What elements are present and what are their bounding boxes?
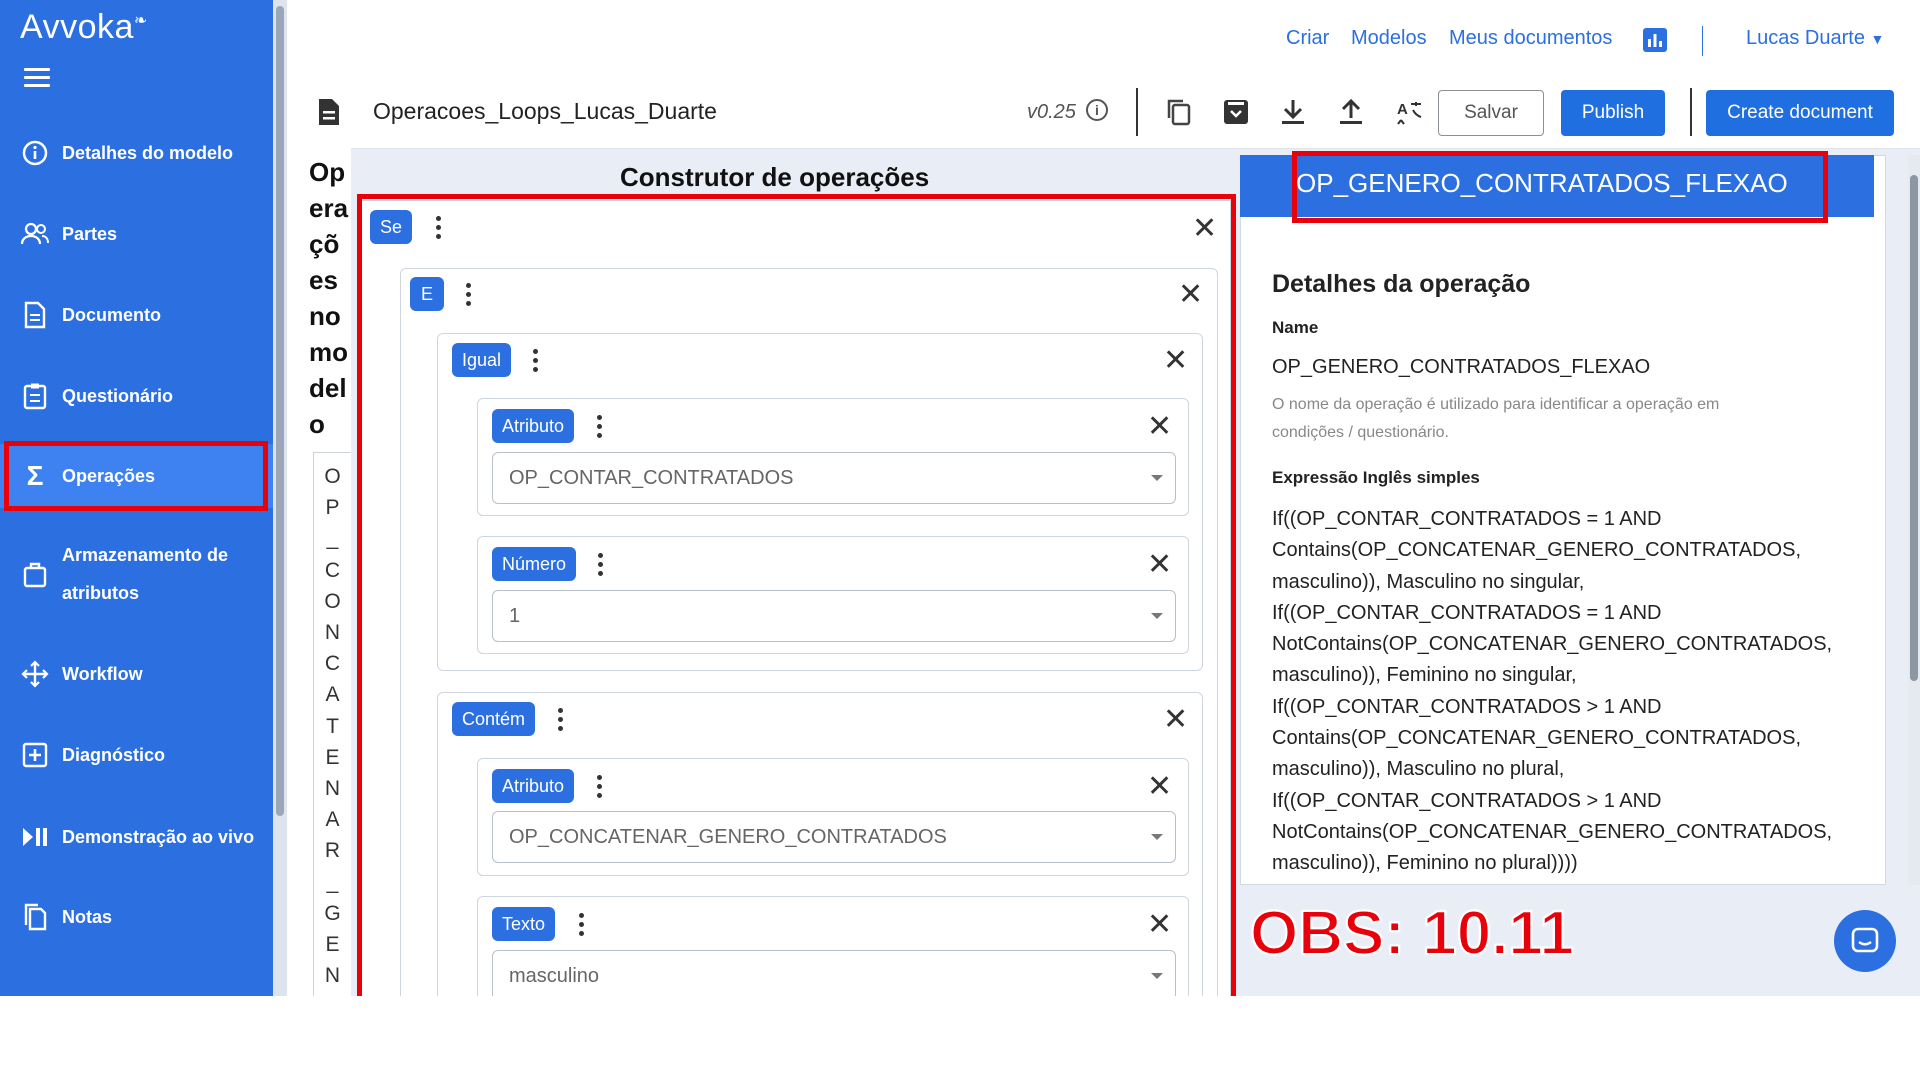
nav-link-criar[interactable]: Criar bbox=[1286, 27, 1329, 50]
sidebar-item-diagnostico[interactable]: Diagnóstico bbox=[0, 736, 273, 774]
sidebar-item-partes[interactable]: Partes bbox=[0, 215, 273, 253]
sidebar-item-label: Notas bbox=[62, 907, 113, 927]
sidebar-item-label: Diagnóstico bbox=[62, 745, 166, 765]
sidebar-item-label: Partes bbox=[62, 224, 118, 244]
info-icon bbox=[20, 138, 50, 168]
publish-button[interactable]: Publish bbox=[1561, 90, 1665, 136]
sidebar: Avvoka❧ Detalhes do modelo Partes Docume… bbox=[0, 0, 273, 996]
sidebar-item-demonstracao[interactable]: Demonstração ao vivo bbox=[0, 818, 273, 856]
expression-label: Expressão Inglês simples bbox=[1272, 468, 1480, 487]
bag-icon bbox=[20, 559, 50, 589]
nav-link-meus-documentos[interactable]: Meus documentos bbox=[1449, 27, 1612, 50]
annotation-label: OBS: 10.11 bbox=[1249, 898, 1575, 969]
play-pause-icon bbox=[20, 822, 50, 852]
download-icon[interactable] bbox=[1280, 98, 1308, 126]
upload-icon[interactable] bbox=[1338, 98, 1366, 126]
svg-text:A: A bbox=[1397, 101, 1408, 118]
nav-link-modelos[interactable]: Modelos bbox=[1351, 27, 1427, 50]
name-label: Name bbox=[1272, 318, 1319, 337]
sidebar-item-label: atributos bbox=[62, 583, 140, 603]
document-icon bbox=[20, 300, 50, 330]
document-title[interactable]: Operacoes_Loops_Lucas_Duarte bbox=[373, 98, 717, 125]
top-bar bbox=[287, 0, 1920, 81]
sidebar-item-label: Documento bbox=[62, 305, 161, 325]
name-hint: O nome da operação é utilizado para iden… bbox=[1272, 396, 1720, 441]
sidebar-item-detalhes[interactable]: Detalhes do modelo bbox=[0, 134, 273, 172]
copy-icon[interactable] bbox=[1166, 98, 1194, 126]
version-info-icon[interactable]: i bbox=[1086, 99, 1108, 121]
details-scrollbar[interactable] bbox=[1908, 155, 1920, 885]
app-window: Avvoka❧ Detalhes do modelo Partes Docume… bbox=[0, 0, 1920, 996]
highlight-box bbox=[1292, 151, 1828, 223]
highlight-box bbox=[4, 441, 268, 511]
sidebar-item-armazenamento[interactable]: Armazenamento de atributos bbox=[0, 538, 273, 610]
chat-icon bbox=[1851, 927, 1879, 953]
nav-divider bbox=[1702, 26, 1703, 56]
analytics-icon[interactable] bbox=[1643, 28, 1667, 52]
sidebar-item-label: Detalhes do modelo bbox=[62, 143, 234, 163]
sidebar-item-documento[interactable]: Documento bbox=[0, 296, 273, 334]
notes-icon bbox=[20, 902, 50, 932]
sidebar-item-notas[interactable]: Notas bbox=[0, 898, 273, 936]
clipboard-icon bbox=[20, 381, 50, 411]
users-icon bbox=[20, 219, 50, 249]
sidebar-item-label: Demonstração ao vivo bbox=[62, 827, 255, 847]
builder-title: Construtor de operações bbox=[620, 162, 930, 192]
operations-list-heading: Op era çõ es no mo del o bbox=[309, 157, 349, 439]
operations-list-panel: Op era çõ es no mo del o O P _ C O N C A… bbox=[287, 148, 351, 996]
user-menu[interactable]: Lucas Duarte ▼ bbox=[1746, 27, 1884, 50]
diagnostic-icon bbox=[20, 740, 50, 770]
version-label: v0.25 bbox=[1027, 101, 1076, 123]
details-title: Detalhes da operação bbox=[1272, 270, 1531, 298]
sidebar-item-workflow[interactable]: Workflow bbox=[0, 655, 273, 693]
name-value[interactable]: OP_GENERO_CONTRATADOS_FLEXAO bbox=[1272, 356, 1650, 379]
save-button[interactable]: Salvar bbox=[1438, 90, 1544, 136]
toolbar-divider bbox=[1136, 88, 1138, 136]
sidebar-item-questionario[interactable]: Questionário bbox=[0, 377, 273, 415]
highlight-box bbox=[357, 194, 1236, 996]
chat-button[interactable] bbox=[1834, 910, 1896, 972]
sidebar-item-label: Armazenamento de bbox=[62, 545, 229, 565]
operation-item-op-concatenar[interactable]: O P _ C O N C A T E N A R _ G E N bbox=[313, 452, 351, 996]
menu-icon[interactable] bbox=[24, 68, 50, 92]
translate-icon[interactable]: A bbox=[1395, 98, 1423, 126]
logo[interactable]: Avvoka❧ bbox=[20, 8, 148, 47]
document-icon bbox=[318, 98, 340, 126]
workflow-icon bbox=[20, 659, 50, 689]
sidebar-item-label: Questionário bbox=[62, 386, 174, 406]
toolbar-divider bbox=[1690, 88, 1692, 136]
sidebar-scrollbar[interactable] bbox=[273, 0, 287, 996]
archive-icon[interactable] bbox=[1222, 98, 1250, 126]
sidebar-item-label: Workflow bbox=[62, 664, 143, 684]
create-document-button[interactable]: Create document bbox=[1706, 90, 1894, 136]
expression-text: If((OP_CONTAR_CONTRATADOS = 1 AND Contai… bbox=[1272, 508, 1833, 875]
